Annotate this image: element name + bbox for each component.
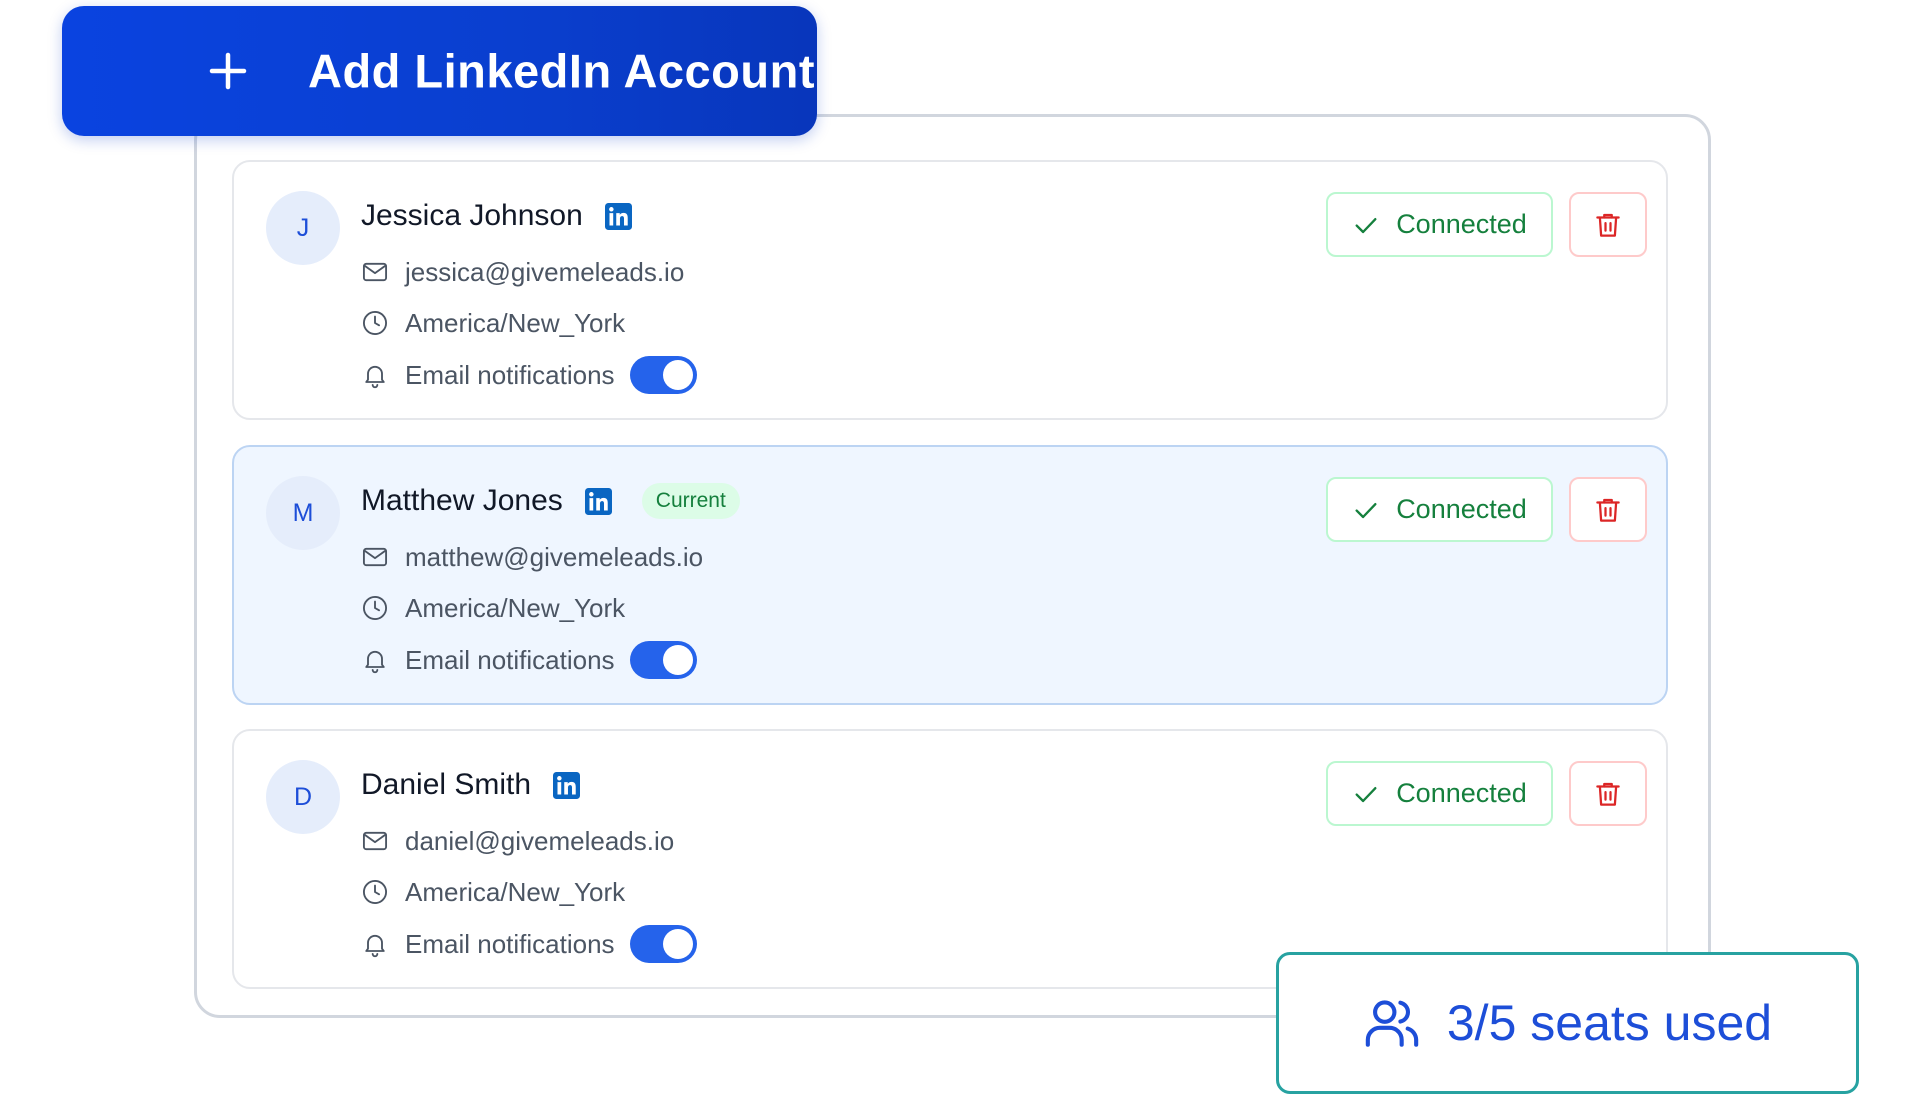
check-icon bbox=[1355, 217, 1377, 233]
timezone-text: America/New_York bbox=[405, 876, 626, 907]
account-name: Matthew Jones bbox=[361, 484, 563, 517]
timezone-text: America/New_York bbox=[405, 592, 626, 623]
delete-account-button[interactable] bbox=[1569, 761, 1647, 826]
trash-icon bbox=[1596, 213, 1620, 237]
linkedin-icon[interactable] bbox=[604, 202, 632, 230]
account-name-row: Daniel Smith bbox=[361, 763, 581, 807]
timezone-row: America/New_York bbox=[361, 303, 625, 343]
connected-label: Connected bbox=[1396, 209, 1527, 239]
bell-icon bbox=[365, 365, 385, 389]
notifications-label: Email notifications bbox=[405, 359, 615, 390]
users-icon bbox=[1365, 1000, 1419, 1047]
email-text: daniel@givemeleads.io bbox=[405, 825, 675, 856]
add-linkedin-account-button[interactable]: Add LinkedIn Account bbox=[62, 6, 817, 136]
notifications-row: Email notifications bbox=[361, 355, 697, 395]
connected-label: Connected bbox=[1396, 778, 1527, 808]
delete-account-button[interactable] bbox=[1569, 192, 1647, 257]
trash-icon bbox=[1596, 782, 1620, 806]
account-card: J Jessica Johnson jessica@givemeleads.io… bbox=[232, 160, 1668, 420]
timezone-row: America/New_York bbox=[361, 872, 625, 912]
seats-used-badge: 3/5 seats used bbox=[1276, 952, 1859, 1094]
trash-icon bbox=[1596, 498, 1620, 522]
linkedin-icon[interactable] bbox=[553, 771, 581, 799]
seats-used-text: 3/5 seats used bbox=[1446, 995, 1773, 1051]
account-name: Jessica Johnson bbox=[361, 199, 583, 232]
email-notifications-toggle[interactable] bbox=[629, 356, 697, 394]
delete-account-button[interactable] bbox=[1569, 477, 1647, 542]
email-notifications-toggle[interactable] bbox=[629, 641, 697, 679]
bell-icon bbox=[365, 650, 385, 674]
plus-icon bbox=[209, 52, 247, 90]
account-name-row: Matthew Jones Current bbox=[361, 479, 740, 523]
notifications-label: Email notifications bbox=[405, 928, 615, 959]
email-row: jessica@givemeleads.io bbox=[361, 252, 684, 292]
email-text: matthew@givemeleads.io bbox=[405, 541, 704, 572]
mail-icon bbox=[362, 262, 388, 282]
clock-icon bbox=[362, 595, 388, 621]
email-row: matthew@givemeleads.io bbox=[361, 537, 703, 577]
avatar: M bbox=[266, 476, 340, 550]
timezone-row: America/New_York bbox=[361, 588, 625, 628]
mail-icon bbox=[362, 547, 388, 567]
notifications-row: Email notifications bbox=[361, 640, 697, 680]
email-row: daniel@givemeleads.io bbox=[361, 821, 674, 861]
account-card: D Daniel Smith daniel@givemeleads.io Ame… bbox=[232, 729, 1668, 989]
add-linkedin-account-label: Add LinkedIn Account bbox=[308, 44, 815, 98]
mail-icon bbox=[362, 831, 388, 851]
toggle-knob bbox=[662, 929, 693, 959]
connected-label: Connected bbox=[1396, 494, 1527, 524]
current-badge: Current bbox=[641, 483, 740, 519]
connected-status-button[interactable]: Connected bbox=[1326, 477, 1553, 542]
connected-status-button[interactable]: Connected bbox=[1326, 192, 1553, 257]
check-icon bbox=[1355, 786, 1377, 802]
check-icon bbox=[1355, 502, 1377, 518]
notifications-label: Email notifications bbox=[405, 644, 615, 675]
linkedin-icon[interactable] bbox=[584, 487, 612, 515]
timezone-text: America/New_York bbox=[405, 307, 626, 338]
account-card-current: M Matthew Jones Current matthew@givemele… bbox=[232, 445, 1668, 705]
toggle-knob bbox=[662, 645, 693, 675]
avatar: J bbox=[266, 191, 340, 265]
email-text: jessica@givemeleads.io bbox=[405, 256, 685, 287]
email-notifications-toggle[interactable] bbox=[629, 925, 697, 963]
clock-icon bbox=[362, 879, 388, 905]
account-name-row: Jessica Johnson bbox=[361, 194, 632, 238]
toggle-knob bbox=[662, 360, 693, 390]
account-name: Daniel Smith bbox=[361, 768, 532, 801]
connected-status-button[interactable]: Connected bbox=[1326, 761, 1553, 826]
bell-icon bbox=[365, 934, 385, 958]
notifications-row: Email notifications bbox=[361, 924, 697, 964]
avatar: D bbox=[266, 760, 340, 834]
clock-icon bbox=[362, 310, 388, 336]
